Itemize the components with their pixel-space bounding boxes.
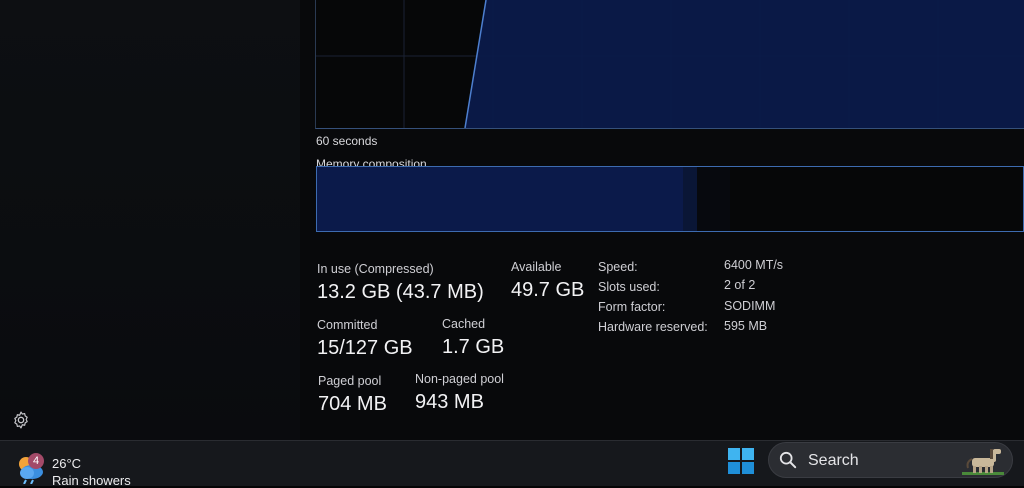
weather-notification-badge: 4 — [28, 453, 44, 469]
memory-usage-graph-svg — [316, 0, 1024, 128]
paged-pool-value: 704 MB — [318, 393, 387, 415]
cached-value: 1.7 GB — [442, 336, 505, 358]
form-factor-value: SODIMM — [724, 299, 776, 313]
hardware-reserved-value: 595 MB — [724, 319, 768, 333]
form-factor-label: Form factor: — [598, 300, 666, 314]
search-highlight-horse-icon — [962, 449, 1004, 475]
in-use-value: 13.2 GB (43.7 MB) — [317, 281, 484, 303]
windows-start-icon[interactable] — [728, 448, 754, 474]
slots-used-value: 2 of 2 — [724, 278, 756, 292]
search-label: Search — [808, 452, 859, 469]
non-paged-pool-label: Non-paged pool — [415, 372, 504, 386]
speed-value: 6400 MT/s — [724, 258, 784, 272]
committed-label: Committed — [317, 318, 378, 332]
hardware-reserved-label: Hardware reserved: — [598, 320, 708, 334]
composition-modified-segment — [683, 167, 698, 231]
weather-condition[interactable]: Rain showers — [52, 473, 131, 488]
composition-free-segment — [730, 167, 1023, 231]
cached-label: Cached — [442, 317, 486, 331]
composition-standby-segment — [697, 167, 731, 231]
slots-used-label: Slots used: — [598, 280, 660, 294]
memory-usage-graph — [315, 0, 1024, 129]
memory-composition-bar — [316, 166, 1024, 232]
left-navigation-panel — [0, 0, 300, 440]
paged-pool-label: Paged pool — [318, 374, 382, 388]
settings-gear-icon[interactable] — [11, 410, 31, 430]
composition-in-use-segment — [317, 167, 684, 231]
weather-temperature[interactable]: 26°C — [52, 456, 81, 471]
available-label: Available — [511, 260, 562, 274]
in-use-label: In use (Compressed) — [317, 262, 434, 276]
speed-label: Speed: — [598, 260, 638, 274]
non-paged-pool-value: 943 MB — [415, 391, 484, 413]
graph-time-label: 60 seconds — [316, 134, 378, 148]
available-value: 49.7 GB — [511, 279, 585, 301]
committed-value: 15/127 GB — [317, 337, 413, 359]
search-icon — [779, 451, 797, 469]
